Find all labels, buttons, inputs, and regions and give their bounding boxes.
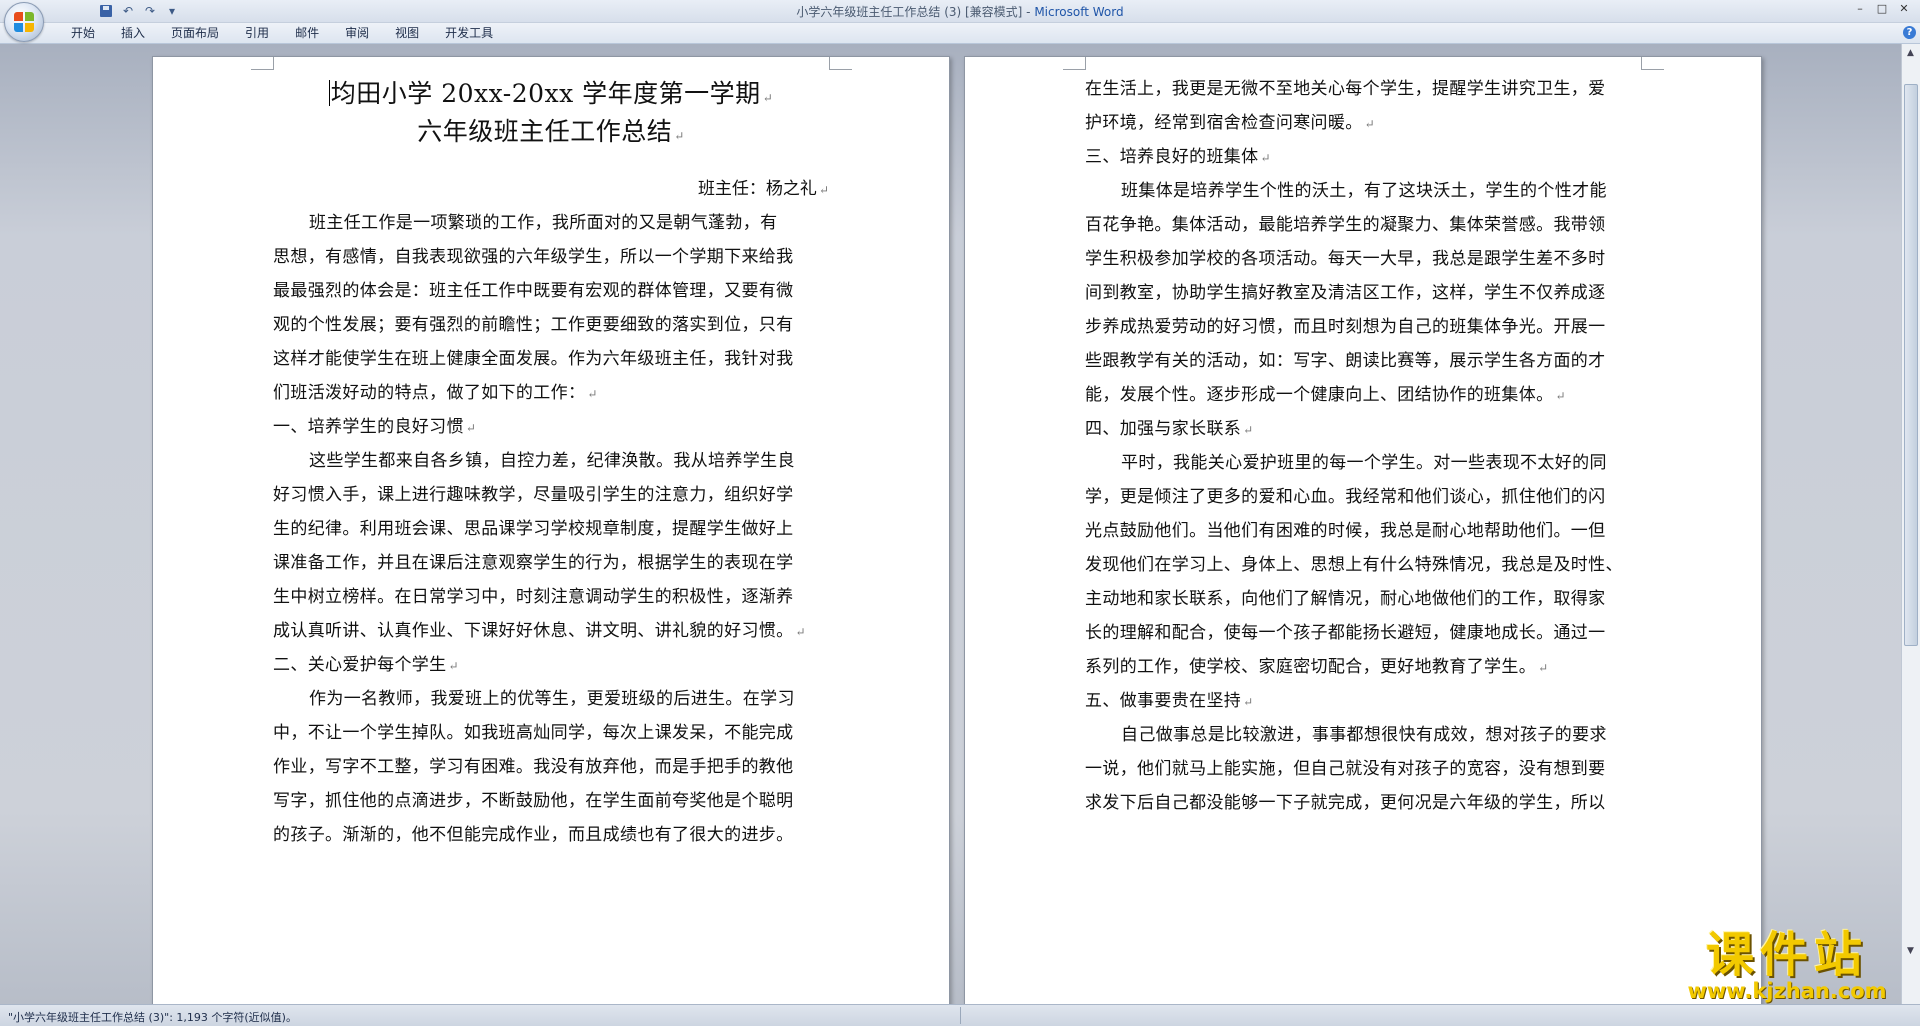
body-line: 在生活上，我更是无微不至地关心每个学生，提醒学生讲究卫生，爱 (1085, 79, 1606, 99)
body-line: 作为一名教师，我爱班上的优等生，更爱班级的后进生。在学习 (309, 689, 795, 709)
body-line: 能，发展个性。逐步形成一个健康向上、团结协作的班集体。 ↵ (1085, 385, 1566, 405)
body-line: 作业，写字不工整，学习有困难。我没有放弃他，而是手把手的教他 (273, 757, 794, 777)
scroll-down-button[interactable]: ▼ (1904, 944, 1917, 958)
watermark-url: www.kjzhan.com (1687, 979, 1887, 1003)
tab-home[interactable]: 开始 (58, 25, 108, 41)
body-line: 最最强烈的体会是：班主任工作中既要有宏观的群体管理，又要有微 (273, 281, 794, 301)
document-title-line-2: 六年级班主任工作总结 ↵ (417, 117, 685, 146)
body-line: 求发下后自己都没能够一下子就完成，更何况是六年级的学生，所以 (1085, 793, 1606, 813)
vertical-scrollbar[interactable]: ▲ ▼ (1901, 44, 1920, 1004)
section-heading: 五、做事要贵在坚持 ↵ (1085, 691, 1254, 711)
tab-mailings[interactable]: 邮件 (282, 25, 332, 41)
body-line: 班集体是培养学生个性的沃土，有了这块沃土，学生的个性才能 (1121, 181, 1607, 201)
tab-insert[interactable]: 插入 (108, 25, 158, 41)
body-line: 这些学生都来自各乡镇，自控力差，纪律涣散。我从培养学生良 (309, 451, 795, 471)
section-heading: 一、培养学生的良好习惯 ↵ (273, 417, 477, 437)
window-controls: – □ ✕ (1850, 0, 1914, 16)
tab-developer[interactable]: 开发工具 (432, 25, 506, 41)
scrollbar-thumb[interactable] (1904, 84, 1918, 646)
tab-view[interactable]: 视图 (382, 25, 432, 41)
status-message: "小学六年级班主任工作总结 (3)": 1,193 个字符(近似值)。 (8, 1011, 297, 1024)
body-line: 生的纪律。利用班会课、思品课学习学校规章制度，提醒学生做好上 (273, 519, 794, 539)
document-workspace: 均田小学 20xx-20xx 学年度第一学期 ↵ 六年级班主任工作总结 ↵ 班主任：… (0, 44, 1902, 1004)
body-line: 些跟教学有关的活动，如：写字、朗读比赛等，展示学生各方面的才 (1085, 351, 1606, 371)
body-line: 护环境，经常到宿舍检查问寒问暖。 ↵ (1085, 113, 1376, 133)
close-button[interactable]: ✕ (1894, 0, 1914, 16)
body-line: 们班活泼好动的特点，做了如下的工作： ↵ (273, 383, 598, 403)
body-line: 这样才能使学生在班上健康全面发展。作为六年级班主任，我针对我 (273, 349, 794, 369)
watermark-logo: 课件站 www.kjzhan.com (1672, 930, 1902, 1004)
body-line: 系列的工作，使学校、家庭密切配合，更好地教育了学生。 ↵ (1085, 657, 1549, 677)
margin-mark (1063, 57, 1086, 70)
section-heading: 四、加强与家长联系 ↵ (1085, 419, 1254, 439)
body-line: 主动地和家长联系，向他们了解情况，耐心地做他们的工作，取得家 (1085, 589, 1606, 609)
status-divider (960, 1007, 961, 1024)
margin-mark (829, 57, 852, 70)
window-title-app: Microsoft Word (1034, 5, 1124, 19)
scroll-up-button[interactable]: ▲ (1904, 46, 1917, 60)
body-line: 百花争艳。集体活动，最能培养学生的凝聚力、集体荣誉感。我带领 (1085, 215, 1606, 235)
ribbon-tab-bar: 开始 插入 页面布局 引用 邮件 审阅 视图 开发工具 ? (0, 23, 1920, 44)
window-title: 小学六年级班主任工作总结 (3) [兼容模式] - Microsoft Word (0, 3, 1920, 20)
body-line: 长的理解和配合，使每一个孩子都能扬长避短，健康地成长。通过一 (1085, 623, 1606, 643)
tab-references[interactable]: 引用 (232, 25, 282, 41)
restore-button[interactable]: □ (1872, 0, 1892, 16)
text-cursor (328, 80, 330, 106)
body-line: 的孩子。渐渐的，他不但能完成作业，而且成绩也有了很大的进步。 (273, 825, 794, 845)
margin-mark (251, 57, 274, 70)
section-heading: 二、关心爱护每个学生 ↵ (273, 655, 459, 675)
body-line: 生中树立榜样。在日常学习中，时刻注意调动学生的积极性，逐渐养 (273, 587, 794, 607)
office-button[interactable] (4, 2, 44, 42)
body-line: 自己做事总是比较激进，事事都想很快有成效，想对孩子的要求 (1121, 725, 1607, 745)
body-line: 班主任工作是一项繁琐的工作，我所面对的又是朝气蓬勃，有 (309, 213, 778, 233)
signature: 班主任：杨之礼 ↵ (697, 179, 829, 199)
title-bar: ↶ ↷ ▾ 小学六年级班主任工作总结 (3) [兼容模式] - Microsof… (0, 0, 1920, 23)
window-title-document: 小学六年级班主任工作总结 (3) [兼容模式] - (796, 5, 1035, 19)
tab-page-layout[interactable]: 页面布局 (158, 25, 232, 41)
section-heading: 三、培养良好的班集体 ↵ (1085, 147, 1271, 167)
margin-mark (1641, 57, 1664, 70)
body-line: 发现他们在学习上、身体上、思想上有什么特殊情况，我总是及时性、 (1085, 555, 1623, 575)
office-logo-icon (14, 12, 34, 32)
body-line: 观的个性发展；要有强烈的前瞻性；工作更要细致的落实到位，只有 (273, 315, 794, 335)
body-line: 写字，抓住他的点滴进步，不断鼓励他，在学生面前夸奖他是个聪明 (273, 791, 794, 811)
tab-review[interactable]: 审阅 (332, 25, 382, 41)
body-line: 学生积极参加学校的各项活动。每天一大早，我总是跟学生差不多时 (1085, 249, 1606, 269)
body-line: 平时，我能关心爱护班里的每一个学生。对一些表现不太好的同 (1121, 453, 1607, 473)
body-line: 间到教室，协助学生搞好教室及清洁区工作，这样，学生不仅养成逐 (1085, 283, 1606, 303)
body-line: 课准备工作，并且在课后注意观察学生的行为，根据学生的表现在学 (273, 553, 794, 573)
help-icon[interactable]: ? (1903, 26, 1916, 39)
document-page-1[interactable]: 均田小学 20xx-20xx 学年度第一学期 ↵ 六年级班主任工作总结 ↵ 班主任：… (152, 56, 950, 1004)
document-title-line-1: 均田小学 20xx-20xx 学年度第一学期 ↵ (328, 79, 774, 108)
body-line: 思想，有感情，自我表现欲强的六年级学生，所以一个学期下来给我 (273, 247, 794, 267)
minimize-button[interactable]: – (1850, 0, 1870, 16)
body-line: 中，不让一个学生掉队。如我班高灿同学，每次上课发呆，不能完成 (273, 723, 794, 743)
body-line: 步养成热爱劳动的好习惯，而且时刻想为自己的班集体争光。开展一 (1085, 317, 1606, 337)
document-page-2[interactable]: 在生活上，我更是无微不至地关心每个学生，提醒学生讲究卫生，爱 护环境，经常到宿舍… (964, 56, 1762, 1004)
body-line: 好习惯入手，课上进行趣味教学，尽量吸引学生的注意力，组织好学 (273, 485, 794, 505)
status-bar: "小学六年级班主任工作总结 (3)": 1,193 个字符(近似值)。 (0, 1004, 1920, 1026)
watermark-name: 课件站 (1705, 927, 1868, 983)
body-line: 学，更是倾注了更多的爱和心血。我经常和他们谈心，抓住他们的闪 (1085, 487, 1606, 507)
body-line: 一说，他们就马上能实施，但自己就没有对孩子的宽容，没有想到要 (1085, 759, 1606, 779)
body-line: 成认真听讲、认真作业、下课好好休息、讲文明、讲礼貌的好习惯。 ↵ (273, 621, 806, 641)
body-line: 光点鼓励他们。当他们有困难的时候，我总是耐心地帮助他们。一但 (1085, 521, 1606, 541)
